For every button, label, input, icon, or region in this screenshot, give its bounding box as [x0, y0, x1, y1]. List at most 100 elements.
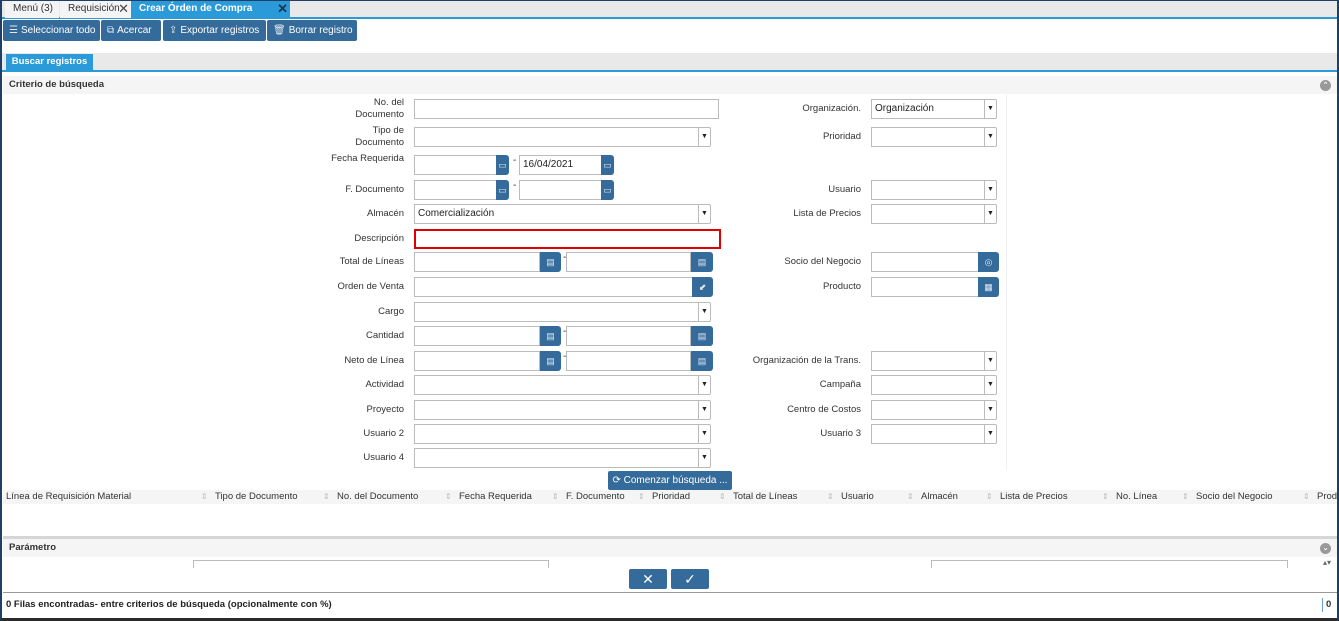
calculator-icon[interactable]: ▤ — [691, 326, 713, 346]
sort-icon[interactable]: ⇕ — [986, 490, 993, 504]
select-all-button[interactable]: ☰ Seleccionar todo — [3, 20, 100, 41]
number-to-input[interactable] — [566, 252, 691, 272]
select-input[interactable] — [871, 400, 985, 420]
sort-icon[interactable]: ⇕ — [445, 490, 452, 504]
zoom-icon: ⧉ — [107, 25, 115, 36]
ok-button[interactable]: ✓ — [671, 569, 709, 589]
start-search-button[interactable]: ⟳ Comenzar búsqueda ... — [608, 471, 732, 490]
column-header[interactable]: Total de Líneas — [733, 490, 797, 504]
cancel-button[interactable]: ✕ — [629, 569, 667, 589]
sort-icon[interactable]: ⇕ — [907, 490, 914, 504]
tab-requisicion[interactable]: Requisición ✕ — [60, 1, 131, 18]
column-header[interactable]: F. Documento — [566, 490, 625, 504]
column-header[interactable]: No. Línea — [1116, 490, 1157, 504]
text-input[interactable] — [414, 99, 719, 119]
expand-icon[interactable]: ⌄ — [1320, 543, 1331, 554]
select-input[interactable] — [871, 204, 985, 224]
parameter-header[interactable]: Parámetro ⌄ — [3, 539, 1337, 557]
select-input[interactable]: Organización — [871, 99, 985, 119]
sort-icon[interactable]: ⇕ — [638, 490, 645, 504]
number-to-input[interactable] — [566, 326, 691, 346]
dropdown-arrow-icon[interactable]: ▼ — [984, 375, 997, 395]
search-input[interactable] — [871, 252, 979, 272]
date-to-input[interactable] — [519, 180, 602, 200]
column-header[interactable]: Fecha Requerida — [459, 490, 532, 504]
column-header[interactable]: Socio del Negocio — [1196, 490, 1273, 504]
column-header[interactable]: Prioridad — [652, 490, 690, 504]
number-from-input[interactable] — [414, 252, 540, 272]
calculator-icon[interactable]: ▤ — [540, 351, 561, 371]
field-label: Usuario — [828, 184, 861, 195]
column-header[interactable]: Lista de Precios — [1000, 490, 1068, 504]
column-header[interactable]: Prod — [1317, 490, 1337, 504]
list-icon: ☰ — [9, 25, 18, 36]
dropdown-arrow-icon[interactable]: ▼ — [984, 127, 997, 147]
search-input[interactable] — [414, 277, 693, 297]
sort-icon[interactable]: ⇕ — [1303, 490, 1310, 504]
dropdown-arrow-icon[interactable]: ▼ — [984, 204, 997, 224]
select-input[interactable] — [414, 302, 699, 322]
dropdown-arrow-icon[interactable]: ▼ — [698, 302, 711, 322]
export-button[interactable]: ⇪ Exportar registros — [163, 20, 266, 41]
select-input[interactable] — [871, 127, 985, 147]
select-input[interactable] — [414, 448, 699, 468]
close-icon[interactable]: ✕ — [118, 1, 129, 17]
text-input[interactable] — [414, 229, 721, 249]
dropdown-arrow-icon[interactable]: ▼ — [984, 424, 997, 444]
partner-icon[interactable]: ◎ — [978, 252, 999, 272]
select-input[interactable] — [414, 400, 699, 420]
sort-icon[interactable]: ⇕ — [323, 490, 330, 504]
column-header[interactable]: Almacén — [921, 490, 958, 504]
select-input[interactable] — [414, 127, 699, 147]
column-header[interactable]: Usuario — [841, 490, 874, 504]
dropdown-arrow-icon[interactable]: ▼ — [984, 99, 997, 119]
sort-icon[interactable]: ⇕ — [1182, 490, 1189, 504]
number-from-input[interactable] — [414, 351, 540, 371]
calculator-icon[interactable]: ▤ — [540, 326, 561, 346]
column-header[interactable]: No. del Documento — [337, 490, 418, 504]
select-input[interactable] — [871, 375, 985, 395]
calendar-icon[interactable]: ▭ — [601, 155, 614, 175]
tab-crear-orden[interactable]: Crear Órden de Compra desde...✕ — [131, 1, 290, 30]
parameter-field-left[interactable] — [193, 560, 549, 568]
column-header[interactable]: Línea de Requisición Material — [6, 490, 131, 504]
collapse-icon[interactable]: ⌃ — [1320, 80, 1331, 91]
sort-icon[interactable]: ⇕ — [827, 490, 834, 504]
column-header[interactable]: Tipo de Documento — [215, 490, 298, 504]
select-input[interactable] — [414, 375, 699, 395]
dropdown-arrow-icon[interactable]: ▼ — [984, 351, 997, 371]
sort-icon[interactable]: ⇕ — [201, 490, 208, 504]
sort-icon[interactable]: ⇕ — [552, 490, 559, 504]
select-input[interactable] — [871, 180, 985, 200]
select-input[interactable] — [414, 424, 699, 444]
dropdown-arrow-icon[interactable]: ▼ — [984, 400, 997, 420]
select-input[interactable] — [871, 351, 985, 371]
sort-icon[interactable]: ⇕ — [719, 490, 726, 504]
calendar-icon[interactable]: ▭ — [496, 155, 509, 175]
number-to-input[interactable] — [566, 351, 691, 371]
delete-button[interactable]: 🗑 Borrar registro — [267, 20, 357, 41]
select-input[interactable] — [871, 424, 985, 444]
close-icon[interactable]: ✕ — [277, 1, 288, 17]
calculator-icon[interactable]: ▤ — [540, 252, 561, 272]
dropdown-arrow-icon[interactable]: ▼ — [984, 180, 997, 200]
zoom-button[interactable]: ⧉ Acercar — [101, 20, 161, 41]
date-from-input[interactable] — [414, 155, 497, 175]
field-label: Neto de Línea — [344, 355, 404, 366]
sort-icon[interactable]: ⇕ — [1102, 490, 1109, 504]
range-separator: - — [513, 180, 517, 191]
number-from-input[interactable] — [414, 326, 540, 346]
tab-search-records[interactable]: Buscar registros — [6, 54, 93, 71]
date-to-input[interactable]: 16/04/2021 — [519, 155, 602, 175]
date-from-input[interactable] — [414, 180, 497, 200]
calendar-icon[interactable]: ▭ — [496, 180, 509, 200]
criteria-header[interactable]: Criterio de búsqueda ⌃ — [3, 76, 1337, 94]
scroll-arrow-icon[interactable]: ▴▾ — [1323, 558, 1331, 567]
parameter-field-right[interactable] — [931, 560, 1288, 568]
select-input[interactable]: Comercialización — [414, 204, 699, 224]
product-icon[interactable]: ▦ — [978, 277, 999, 297]
tab-menu[interactable]: Menú (3) — [5, 1, 59, 18]
dropdown-arrow-icon[interactable]: ▼ — [698, 448, 711, 468]
calendar-icon[interactable]: ▭ — [601, 180, 614, 200]
search-input[interactable] — [871, 277, 979, 297]
